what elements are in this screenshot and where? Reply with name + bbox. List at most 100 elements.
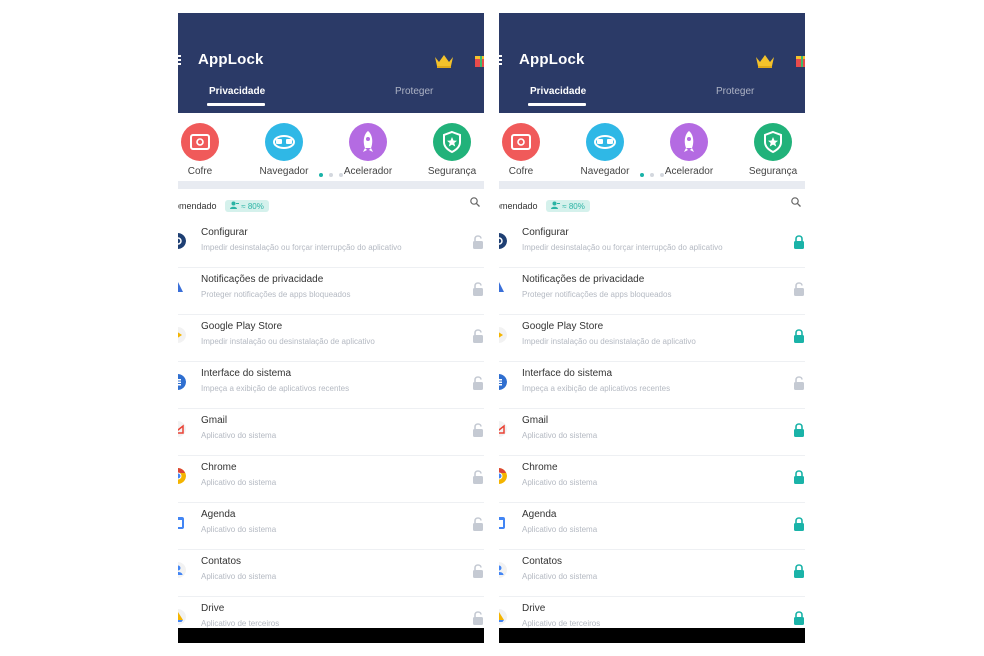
list-item[interactable]: Chrome Aplicativo do sistema: [499, 456, 805, 503]
unlocked-padlock-icon[interactable]: [472, 517, 484, 531]
app-name: Configurar: [201, 227, 248, 238]
gift-icon[interactable]: [474, 53, 484, 67]
unlocked-padlock-icon[interactable]: [472, 329, 484, 343]
carousel-dot: [660, 173, 664, 177]
app-name: Chrome: [522, 462, 558, 473]
app-name: Drive: [201, 603, 225, 614]
unlocked-padlock-icon[interactable]: [472, 376, 484, 390]
list-item[interactable]: Contatos Aplicativo do sistema: [178, 550, 484, 597]
browser-icon: [586, 123, 624, 161]
tab-privacidade[interactable]: Privacidade: [209, 86, 265, 97]
play-store-icon: [499, 327, 507, 343]
app-description: Proteger notificações de apps bloqueados: [201, 290, 351, 299]
feature-navegador[interactable]: Navegador: [252, 123, 316, 177]
calendar-icon: [499, 517, 505, 529]
tab-proteger[interactable]: Proteger: [395, 86, 433, 97]
list-item[interactable]: Interface do sistema Impeça a exibição d…: [178, 362, 484, 409]
feature-navegador[interactable]: Navegador: [573, 123, 637, 177]
phone-screen-left: AppLock Privacidade Proteger Cofre Naveg…: [178, 13, 484, 643]
tab-proteger[interactable]: Proteger: [716, 86, 754, 97]
tab-privacidade[interactable]: Privacidade: [530, 86, 586, 97]
app-name: Google Play Store: [201, 321, 283, 332]
list-item[interactable]: Gmail Aplicativo do sistema: [499, 409, 805, 456]
feature-seguranca[interactable]: Segurança: [741, 123, 805, 177]
system-navigation-bar: [499, 628, 805, 643]
browser-icon: [265, 123, 303, 161]
feature-seguranca[interactable]: Segurança: [420, 123, 484, 177]
app-name: Drive: [522, 603, 546, 614]
locked-padlock-icon[interactable]: [793, 470, 805, 484]
list-item[interactable]: Interface do sistema Impeça a exibição d…: [499, 362, 805, 409]
settings-icon: [178, 233, 186, 249]
app-description: Impeça a exibição de aplicativos recente…: [201, 384, 350, 393]
unlocked-padlock-icon[interactable]: [472, 282, 484, 296]
drive-icon: [178, 609, 186, 625]
search-icon[interactable]: [791, 197, 801, 207]
unlocked-padlock-icon[interactable]: [472, 564, 484, 578]
app-name: Agenda: [201, 509, 236, 520]
app-name: Notificações de privacidade: [201, 274, 324, 285]
locked-padlock-icon[interactable]: [793, 564, 805, 578]
list-item[interactable]: Google Play Store Impedir instalação ou …: [178, 315, 484, 362]
menu-icon[interactable]: [499, 55, 502, 65]
feature-cofre[interactable]: Cofre: [499, 123, 553, 177]
list-item[interactable]: Contatos Aplicativo do sistema: [499, 550, 805, 597]
recommended-header: omendado ≈ 80%: [499, 197, 590, 212]
crown-icon[interactable]: [755, 54, 775, 68]
list-item[interactable]: Agenda Aplicativo do sistema: [499, 503, 805, 550]
unlocked-padlock-icon[interactable]: [472, 470, 484, 484]
list-item[interactable]: Configurar Impedir desinstalação ou forç…: [178, 221, 484, 268]
list-item[interactable]: Gmail Aplicativo do sistema: [178, 409, 484, 456]
unlocked-padlock-icon[interactable]: [793, 376, 805, 390]
list-item[interactable]: Notificações de privacidade Proteger not…: [178, 268, 484, 315]
feature-acelerador[interactable]: Acelerador: [336, 123, 400, 177]
crown-icon[interactable]: [434, 54, 454, 68]
recommended-label: omendado: [178, 200, 217, 211]
calendar-icon: [178, 517, 184, 529]
app-name: Chrome: [201, 462, 237, 473]
app-description: Aplicativo do sistema: [522, 572, 598, 581]
menu-icon[interactable]: [178, 55, 181, 65]
app-name: Contatos: [522, 556, 563, 567]
app-description: Impedir instalação ou desinstalação de a…: [201, 337, 375, 346]
locked-padlock-icon[interactable]: [793, 517, 805, 531]
locked-padlock-icon[interactable]: [793, 235, 805, 249]
app-description: Aplicativo do sistema: [522, 525, 598, 534]
app-name: Agenda: [522, 509, 557, 520]
app-name: Interface do sistema: [201, 368, 292, 379]
locked-padlock-icon[interactable]: [793, 329, 805, 343]
app-description: Aplicativo de terceiros: [522, 619, 601, 628]
list-item[interactable]: Notificações de privacidade Proteger not…: [499, 268, 805, 315]
feature-cofre[interactable]: Cofre: [178, 123, 232, 177]
search-icon[interactable]: [470, 197, 480, 207]
app-description: Aplicativo do sistema: [201, 431, 277, 440]
users-icon: [551, 201, 560, 209]
list-item[interactable]: Google Play Store Impedir instalação ou …: [499, 315, 805, 362]
app-name: Gmail: [522, 415, 549, 426]
app-title: AppLock: [519, 51, 585, 68]
feature-acelerador[interactable]: Acelerador: [657, 123, 721, 177]
settings-icon: [499, 233, 507, 249]
app-list: Configurar Impedir desinstalação ou forç…: [178, 221, 484, 643]
active-tab-indicator: [207, 103, 265, 106]
notification-icon: [178, 282, 183, 292]
unlocked-padlock-icon[interactable]: [472, 611, 484, 625]
list-item[interactable]: Configurar Impedir desinstalação ou forç…: [499, 221, 805, 268]
gmail-icon: [178, 421, 186, 437]
list-item[interactable]: Chrome Aplicativo do sistema: [178, 456, 484, 503]
active-tab-indicator: [528, 103, 586, 106]
gift-icon[interactable]: [795, 53, 805, 67]
app-name: Google Play Store: [522, 321, 604, 332]
unlocked-padlock-icon[interactable]: [472, 235, 484, 249]
app-header: AppLock Privacidade Proteger: [499, 13, 805, 113]
locked-padlock-icon[interactable]: [793, 423, 805, 437]
contacts-icon: [499, 562, 507, 578]
unlocked-padlock-icon[interactable]: [472, 423, 484, 437]
unlocked-padlock-icon[interactable]: [793, 282, 805, 296]
carousel-dot: [329, 173, 333, 177]
list-item[interactable]: Agenda Aplicativo do sistema: [178, 503, 484, 550]
locked-padlock-icon[interactable]: [793, 611, 805, 625]
carousel-dot: [640, 173, 644, 177]
system-navigation-bar: [178, 628, 484, 643]
shield-icon: [433, 123, 471, 161]
